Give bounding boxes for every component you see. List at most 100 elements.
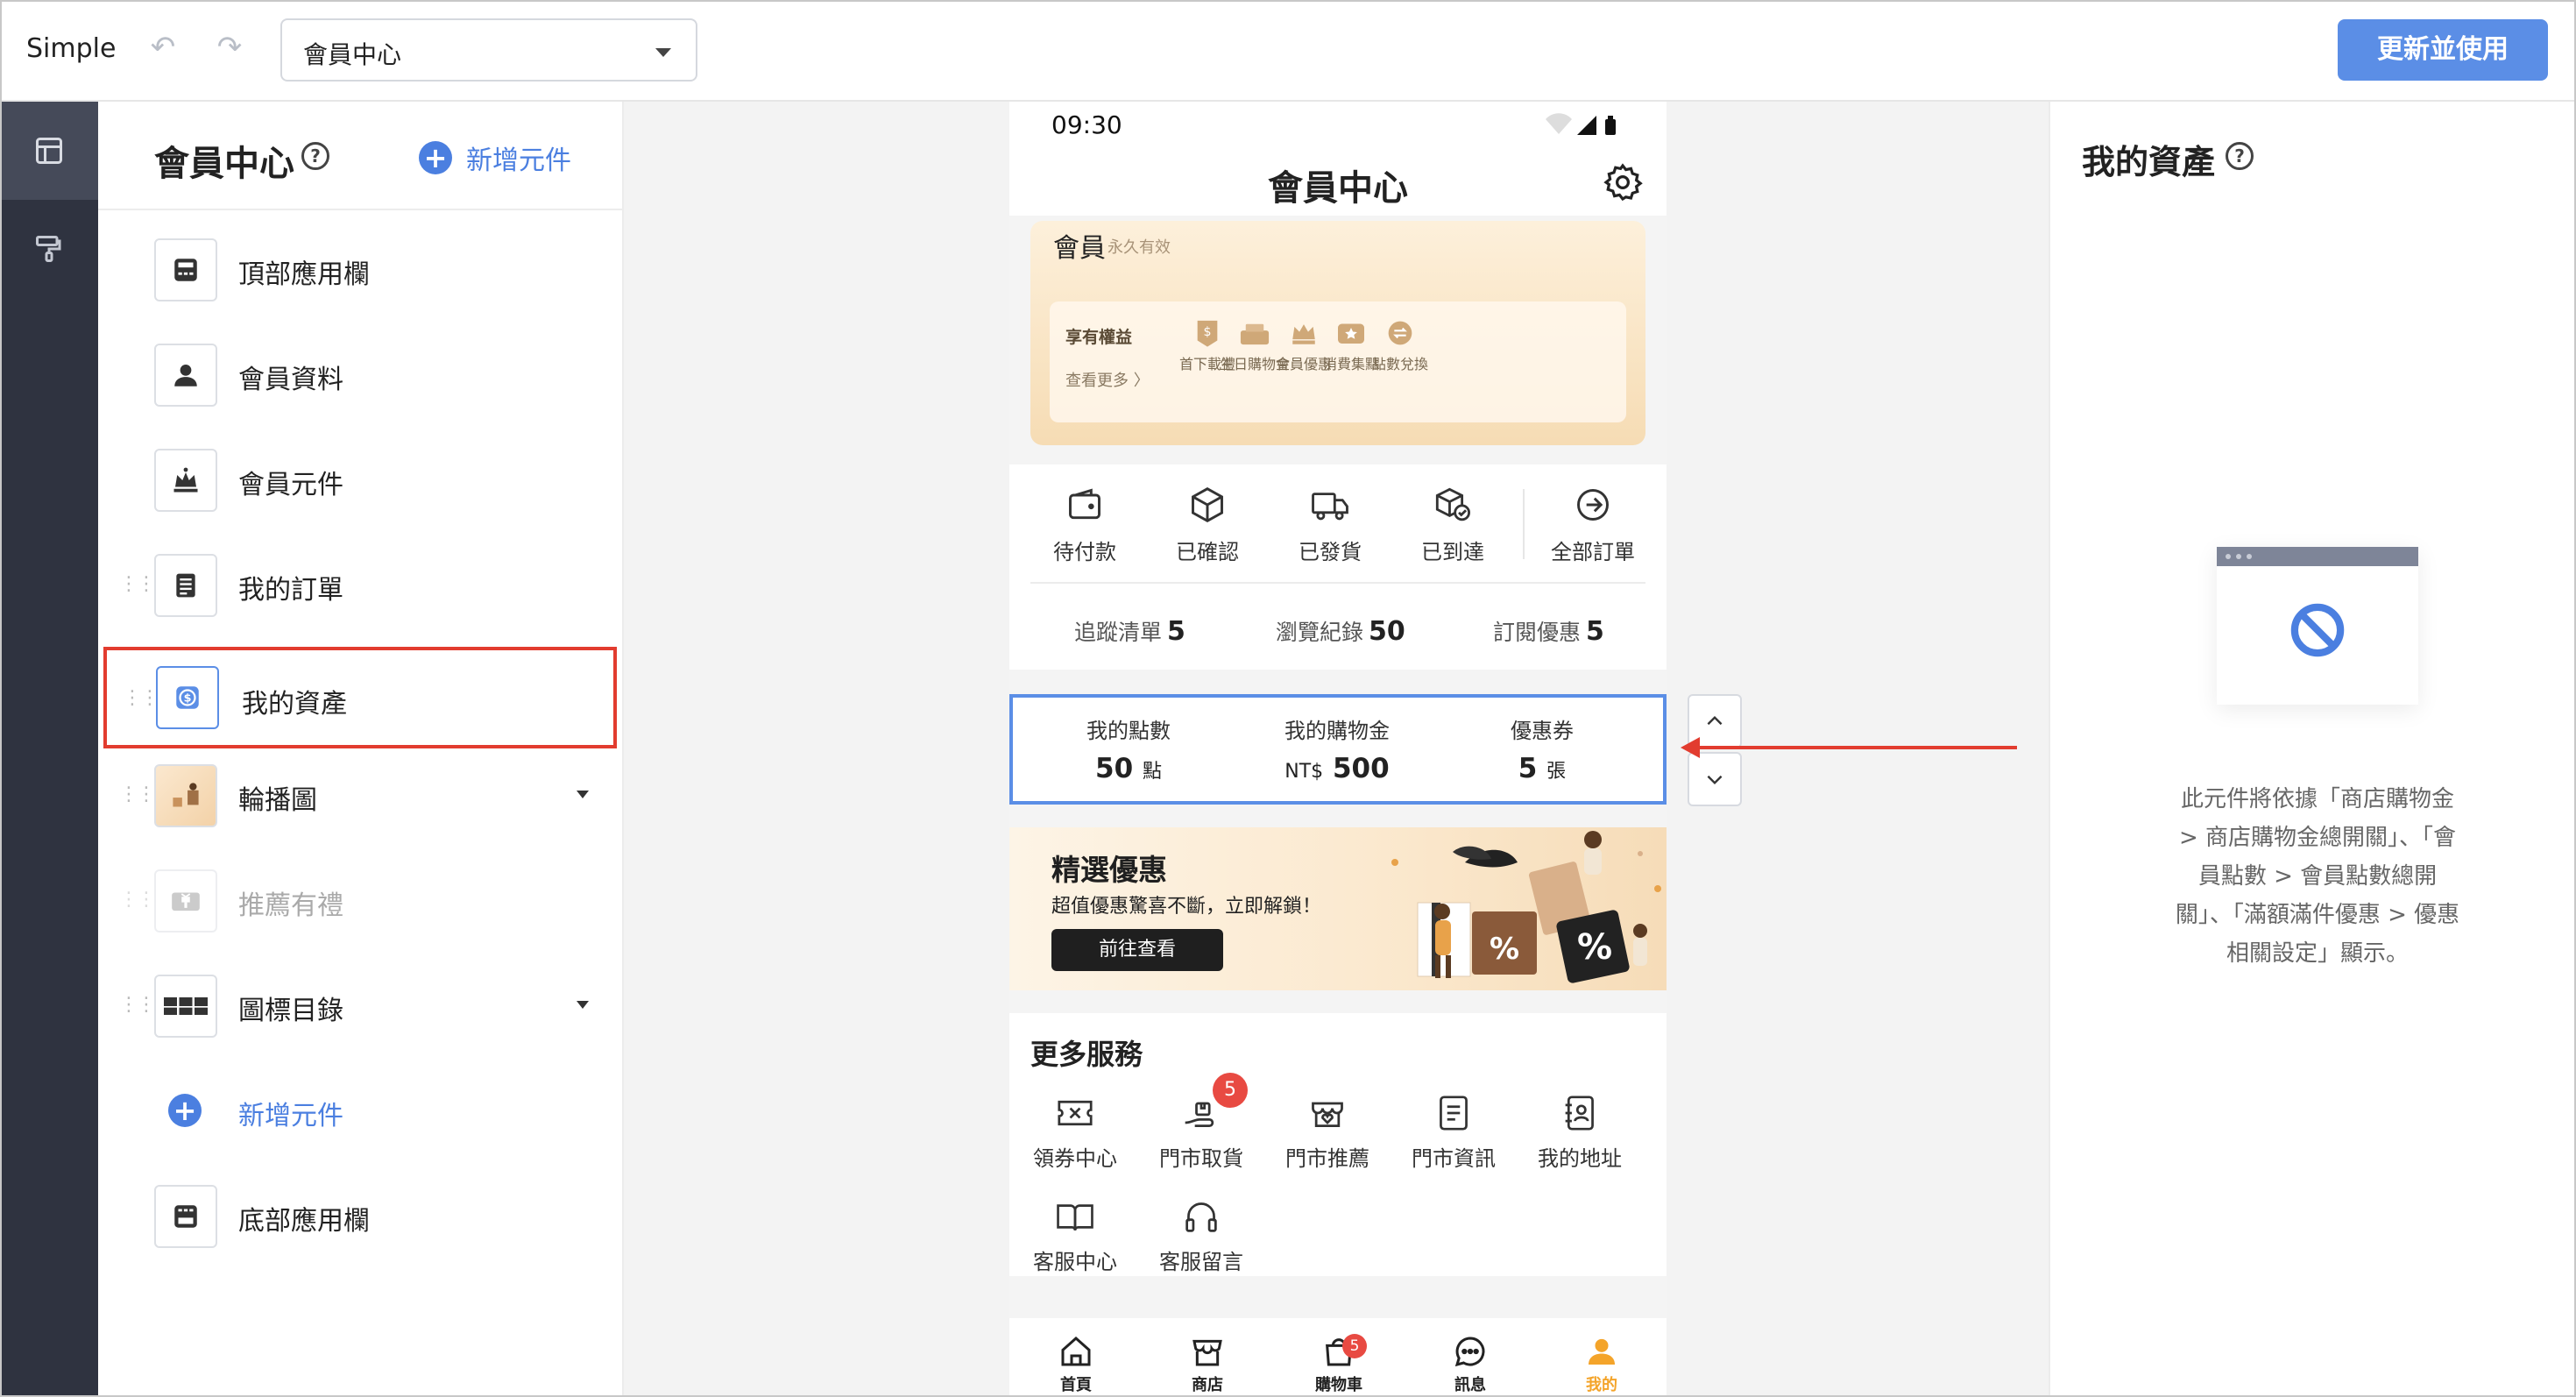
- rail-theme[interactable]: [0, 200, 98, 298]
- drag-handle-icon[interactable]: ⋮⋮: [123, 687, 159, 709]
- asset-label: 我的購物金: [1284, 719, 1390, 743]
- document-icon: [1397, 1090, 1511, 1136]
- order-status-confirmed[interactable]: 已確認: [1155, 484, 1260, 565]
- component-item-carousel[interactable]: ⋮⋮ 輪播圖: [98, 752, 622, 840]
- window-dot: [2226, 554, 2231, 559]
- gear-icon[interactable]: [1602, 161, 1644, 207]
- order-status-shipped[interactable]: 已發貨: [1277, 484, 1383, 565]
- tab-messages[interactable]: 訊息: [1418, 1330, 1523, 1395]
- add-component-inline-button[interactable]: + 新增元件: [98, 1067, 622, 1155]
- redo-icon[interactable]: ↷: [212, 30, 247, 65]
- help-icon[interactable]: ?: [301, 142, 329, 170]
- component-item-top-bar[interactable]: 頂部應用欄: [98, 226, 622, 314]
- stat-label: 訂閱優惠: [1493, 620, 1582, 645]
- component-item-my-orders[interactable]: ⋮⋮ 我的訂單: [98, 542, 622, 629]
- tab-store[interactable]: 商店: [1155, 1330, 1260, 1395]
- asset-value: 50: [1095, 753, 1134, 784]
- add-component-button[interactable]: + 新增元件: [419, 138, 571, 177]
- drag-handle-icon[interactable]: ⋮⋮: [119, 573, 156, 595]
- stat-label: 瀏覽紀錄: [1276, 620, 1364, 645]
- help-icon[interactable]: ?: [2226, 142, 2254, 170]
- asset-value: 5: [1518, 753, 1538, 784]
- window-dot: [2247, 554, 2252, 559]
- asset-coupons[interactable]: 優惠券 5 張: [1446, 713, 1638, 784]
- my-assets-block[interactable]: 我的點數 50 點 我的購物金 NT$ 500 優惠券 5 張: [1009, 694, 1667, 805]
- promo-button[interactable]: 前往查看: [1051, 929, 1223, 971]
- publish-button[interactable]: 更新並使用: [2338, 19, 2548, 81]
- asset-shopping-credit[interactable]: 我的購物金 NT$ 500: [1241, 713, 1433, 784]
- member-card-title: 會員: [1053, 233, 1106, 264]
- page-select[interactable]: 會員中心: [280, 18, 697, 82]
- status-time: 09:30: [1051, 110, 1122, 139]
- order-list-icon: [154, 554, 217, 617]
- panel-title: 會員中心: [154, 144, 294, 184]
- paint-roller-icon: [36, 236, 61, 262]
- rail-layout[interactable]: [0, 102, 98, 200]
- left-rail: [0, 102, 98, 1397]
- svg-text:$: $: [184, 692, 192, 706]
- chevron-down-icon: [1707, 775, 1723, 785]
- component-item-member-profile[interactable]: 會員資料: [98, 331, 622, 419]
- benefit-item[interactable]: 點數兌換: [1365, 316, 1435, 373]
- properties-title: 我的資產: [2082, 143, 2216, 181]
- birthday-cake-icon: [1237, 316, 1272, 351]
- stat-label: 追蹤清單: [1074, 620, 1163, 645]
- truck-icon: [1277, 484, 1383, 526]
- component-item-member-widget[interactable]: 會員元件: [98, 436, 622, 524]
- component-label: 會員資料: [238, 365, 343, 395]
- component-item-bottom-bar[interactable]: 底部應用欄: [98, 1173, 622, 1260]
- service-help-center[interactable]: 客服中心: [1018, 1194, 1132, 1275]
- icon-grid-icon: [154, 975, 217, 1038]
- address-book-icon: [1523, 1090, 1637, 1136]
- plus-icon: +: [419, 141, 452, 174]
- pickup-icon: 5: [1144, 1073, 1258, 1136]
- stat-browse-history[interactable]: 瀏覽紀錄 50: [1276, 615, 1405, 647]
- component-item-icon-grid[interactable]: ⋮⋮ 圖標目錄: [98, 962, 622, 1050]
- drag-handle-icon[interactable]: ⋮⋮: [119, 784, 156, 805]
- caret-down-icon[interactable]: [577, 1001, 589, 1009]
- asset-points[interactable]: 我的點數 50 點: [1032, 713, 1225, 784]
- service-coupon-center[interactable]: 領券中心: [1018, 1090, 1132, 1172]
- order-status-label: 已到達: [1421, 540, 1484, 564]
- cart-badge: 5: [1342, 1334, 1367, 1358]
- service-my-address[interactable]: 我的地址: [1523, 1090, 1637, 1172]
- asset-unit: 點: [1142, 761, 1162, 783]
- move-down-button[interactable]: [1688, 752, 1742, 806]
- promo-title: 精選優惠: [1051, 853, 1167, 887]
- service-store-info[interactable]: 門市資訊: [1397, 1090, 1511, 1172]
- promo-banner[interactable]: 精選優惠 超值優惠驚喜不斷，立即解鎖！ 前往查看 % %: [1009, 827, 1667, 990]
- chat-icon: [1418, 1330, 1523, 1372]
- order-status-pending-payment[interactable]: 待付款: [1032, 484, 1137, 565]
- component-item-my-assets[interactable]: ⋮⋮ $ 我的資產: [103, 647, 617, 748]
- top-bar-icon: [154, 238, 217, 301]
- service-store-recommend[interactable]: 門市推薦: [1270, 1090, 1384, 1172]
- services-title: 更多服務: [1030, 1038, 1143, 1071]
- gift-icon: [154, 869, 217, 933]
- benefits-more-link[interactable]: 查看更多 〉: [1065, 368, 1150, 391]
- component-label: 頂部應用欄: [238, 259, 370, 290]
- benefits-title: 享有權益: [1065, 328, 1133, 347]
- service-store-pickup[interactable]: 5 門市取貨: [1144, 1073, 1258, 1172]
- gift-boxes-illustration: % %: [1391, 831, 1661, 983]
- annotation-arrow: [1689, 746, 2017, 749]
- drag-handle-icon[interactable]: ⋮⋮: [119, 889, 156, 911]
- stat-subscriptions[interactable]: 訂閱優惠 5: [1493, 615, 1604, 647]
- tab-me[interactable]: 我的: [1549, 1330, 1654, 1395]
- member-card[interactable]: 會員 永久有效 享有權益 查看更多 〉 $ 首下載禮 生日購物金 會員優惠 消費…: [1030, 221, 1645, 445]
- component-panel: 會員中心 ? + 新增元件 頂部應用欄 會員資料 會員元件 ⋮⋮ 我的訂單 ⋮⋮…: [98, 102, 624, 1397]
- phone-title: 會員中心: [1268, 168, 1408, 209]
- component-item-referral[interactable]: ⋮⋮ 推薦有禮: [98, 857, 622, 945]
- drag-handle-icon[interactable]: ⋮⋮: [119, 994, 156, 1016]
- crown-icon: [154, 449, 217, 512]
- tab-home[interactable]: 首頁: [1023, 1330, 1129, 1395]
- tab-cart[interactable]: 5 購物車: [1286, 1330, 1391, 1395]
- tab-label: 首頁: [1060, 1376, 1092, 1394]
- caret-down-icon[interactable]: [577, 791, 589, 798]
- all-orders-link[interactable]: 全部訂單: [1540, 484, 1645, 565]
- stat-watchlist[interactable]: 追蹤清單 5: [1074, 615, 1185, 647]
- undo-icon[interactable]: ↶: [145, 30, 180, 65]
- order-status-arrived[interactable]: 已到達: [1400, 484, 1505, 565]
- tab-label: 購物車: [1315, 1376, 1362, 1394]
- service-support-message[interactable]: 客服留言: [1144, 1194, 1258, 1275]
- notification-badge: 5: [1213, 1073, 1248, 1108]
